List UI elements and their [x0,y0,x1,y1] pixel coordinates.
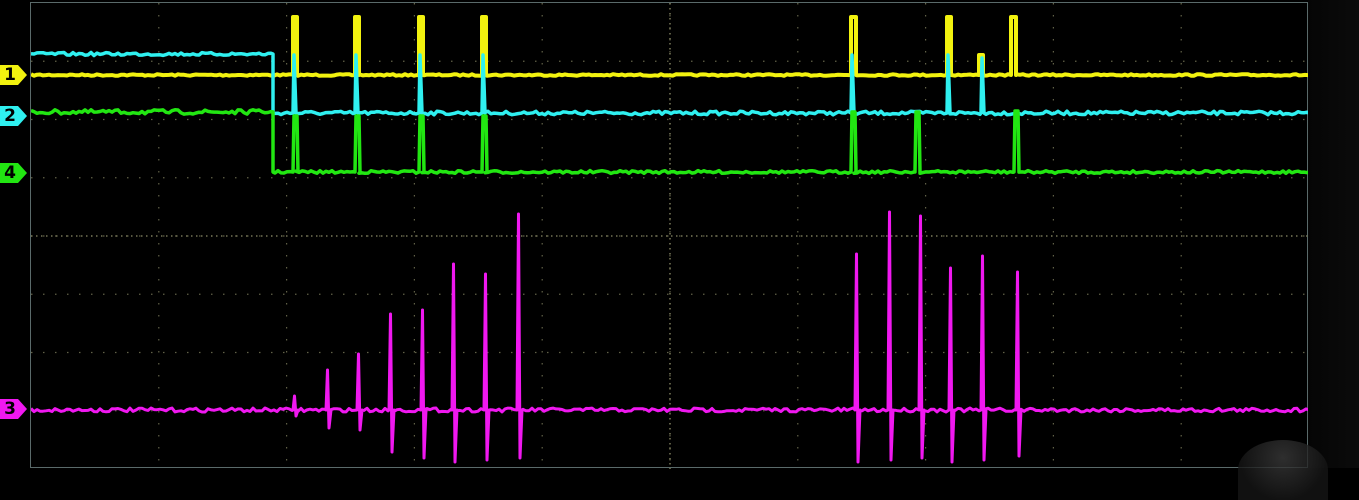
graticule [31,3,1309,469]
channel-3-marker[interactable]: 3 [0,399,28,419]
channel-1-label: 1 [4,65,16,85]
waveform-display [31,3,1309,469]
channel-2-label: 2 [4,106,16,126]
oscilloscope-screen [30,2,1309,469]
channel-2-marker[interactable]: 2 [0,106,28,126]
screen-reflection [1238,440,1328,500]
channel-1-marker[interactable]: 1 [0,65,28,85]
channel-3-label: 3 [4,399,16,419]
channel-4-label: 4 [4,163,16,183]
channel-1-waveform [31,15,1309,78]
screen-bezel [1308,0,1359,468]
channel-4-marker[interactable]: 4 [0,163,28,183]
